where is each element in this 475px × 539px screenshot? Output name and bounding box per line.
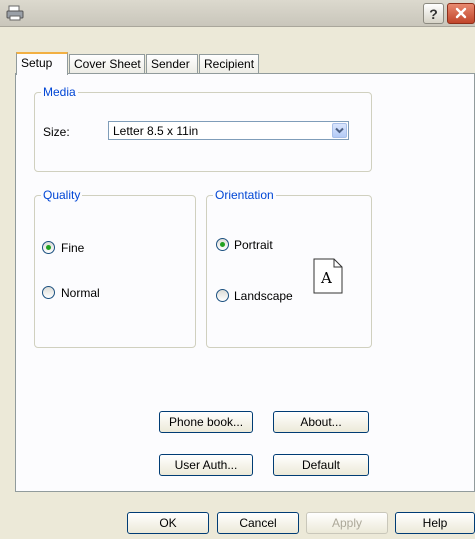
quality-group-title: Quality <box>41 188 83 202</box>
title-bar[interactable]: ? <box>0 0 475 27</box>
tab-cover-sheet[interactable]: Cover Sheet <box>69 54 145 74</box>
user-auth-button[interactable]: User Auth... <box>159 454 253 476</box>
help-title-button[interactable]: ? <box>423 3 444 24</box>
printer-properties-dialog: ? Setup Cover Sheet Sender Recipient Med… <box>0 0 475 539</box>
phone-book-button[interactable]: Phone book... <box>159 411 253 433</box>
chevron-down-icon[interactable] <box>332 123 347 138</box>
portrait-preview-icon: A <box>313 258 343 294</box>
tab-recipient[interactable]: Recipient <box>199 54 259 74</box>
quality-normal-label[interactable]: Normal <box>61 286 100 300</box>
apply-button: Apply <box>306 512 388 534</box>
orientation-portrait-label[interactable]: Portrait <box>234 238 273 252</box>
paper-size-value: Letter 8.5 x 11in <box>113 124 199 138</box>
quality-fine-radio[interactable] <box>42 241 55 254</box>
paper-size-select[interactable]: Letter 8.5 x 11in <box>108 121 349 140</box>
tab-setup[interactable]: Setup <box>16 52 68 75</box>
size-label: Size: <box>43 125 70 139</box>
help-button[interactable]: Help <box>395 512 475 534</box>
setup-tab-panel: Media Size: Letter 8.5 x 11in Quality Fi… <box>15 73 475 492</box>
orientation-group-title: Orientation <box>213 188 276 202</box>
ok-button[interactable]: OK <box>127 512 209 534</box>
orientation-landscape-radio[interactable] <box>216 289 229 302</box>
orientation-landscape-label[interactable]: Landscape <box>234 289 293 303</box>
orientation-portrait-radio[interactable] <box>216 238 229 251</box>
default-button[interactable]: Default <box>273 454 369 476</box>
close-button[interactable] <box>447 3 475 24</box>
preview-letter: A <box>321 269 332 287</box>
cancel-button[interactable]: Cancel <box>217 512 299 534</box>
tab-sender[interactable]: Sender <box>146 54 198 74</box>
printer-icon <box>6 4 24 22</box>
quality-group: Quality <box>34 188 196 348</box>
close-icon <box>455 6 467 22</box>
orientation-group: Orientation <box>206 188 372 348</box>
about-button[interactable]: About... <box>273 411 369 433</box>
quality-fine-label[interactable]: Fine <box>61 241 84 255</box>
quality-normal-radio[interactable] <box>42 286 55 299</box>
media-group-title: Media <box>41 85 78 99</box>
